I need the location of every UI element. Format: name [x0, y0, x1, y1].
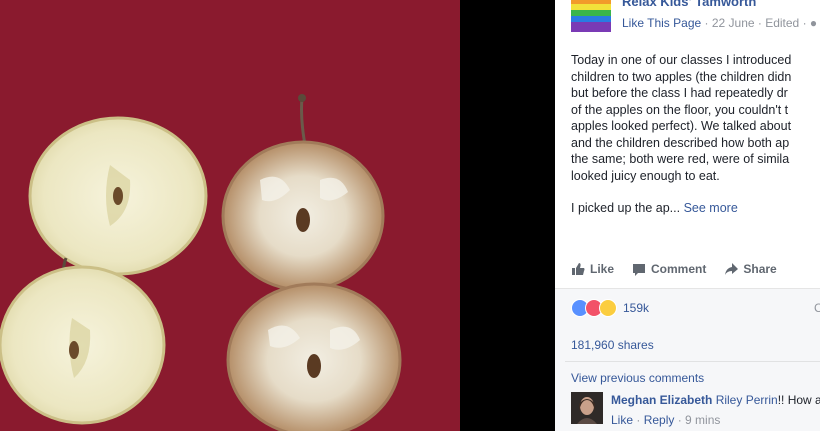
- post-photo[interactable]: [0, 0, 460, 431]
- photo-viewer-backdrop: [460, 0, 555, 431]
- fresh-apple-top: [28, 116, 208, 276]
- commenter-avatar[interactable]: [571, 392, 603, 424]
- tagged-user-link[interactable]: Riley Perrin: [716, 393, 778, 407]
- post-line: and the children described how both ap: [571, 135, 790, 150]
- comment-like-link[interactable]: Like: [611, 413, 633, 427]
- comment-count-link[interactable]: C: [814, 301, 820, 315]
- comment-icon: [633, 264, 646, 276]
- comment-time: 9 mins: [685, 413, 721, 427]
- post-line: looked juicy enough to eat.: [571, 168, 720, 183]
- share-arrow-icon: [725, 263, 739, 275]
- post-line: Today in one of our classes I introduced: [571, 53, 792, 67]
- sad-reaction-icon: [599, 299, 617, 317]
- bruised-apple-bottom: [226, 282, 402, 431]
- post-line: apples looked perfect). We talked about: [571, 119, 792, 133]
- comment-reply-link[interactable]: Reply: [644, 413, 675, 427]
- comment-meta: Like · Reply · 9 mins: [611, 413, 721, 427]
- reaction-count: 159k: [623, 301, 650, 315]
- post-body: Today in one of our classes I introduced…: [571, 52, 820, 233]
- post-meta: Like This Page · 22 June · Edited · ●: [622, 16, 817, 30]
- comment-button[interactable]: Comment: [632, 259, 706, 279]
- like-page-link[interactable]: Like This Page: [622, 16, 701, 30]
- page-avatar[interactable]: [571, 0, 611, 32]
- post-actions: Like Comment Share: [571, 259, 820, 279]
- see-more-link[interactable]: See more: [684, 201, 738, 215]
- share-label: Share: [743, 262, 777, 276]
- like-label: Like: [590, 262, 615, 276]
- apples-photo: [0, 0, 460, 431]
- post-line: the same; both were red, were of simila: [571, 152, 790, 166]
- thumbs-up-icon: [572, 263, 585, 275]
- post-date: · 22 June · Edited ·: [701, 16, 810, 30]
- globe-icon: ●: [809, 16, 818, 30]
- page-name-link[interactable]: Relax Kids' Tamworth: [622, 0, 756, 9]
- comment-text: Meghan Elizabeth Riley Perrin!! How a: [611, 393, 820, 407]
- teaser-text: I picked up the ap...: [571, 201, 681, 215]
- post-paragraph: Today in one of our classes I introduced…: [571, 52, 820, 184]
- post-line: but before the class I had repeatedly dr: [571, 86, 788, 100]
- post-line: of the apples on the floor, you couldn't…: [571, 102, 789, 117]
- share-button[interactable]: Share: [724, 259, 777, 279]
- post-line: children to two apples (the children did…: [571, 69, 792, 84]
- view-previous-comments-link[interactable]: View previous comments: [571, 371, 704, 385]
- like-button[interactable]: Like: [571, 259, 614, 279]
- reaction-summary[interactable]: 159k: [571, 299, 649, 317]
- post-side-panel: Relax Kids' Tamworth Like This Page · 22…: [555, 0, 820, 431]
- comment-body: !! How a: [777, 393, 820, 407]
- rainbow-logo-icon: [571, 0, 611, 32]
- shares-count-link[interactable]: 181,960 shares: [571, 338, 654, 352]
- comment-label: Comment: [651, 262, 707, 276]
- profile-photo-icon: [571, 392, 603, 424]
- comment-author-link[interactable]: Meghan Elizabeth: [611, 393, 712, 407]
- post-teaser: I picked up the ap... See more: [571, 200, 820, 217]
- comments-divider: [565, 361, 820, 362]
